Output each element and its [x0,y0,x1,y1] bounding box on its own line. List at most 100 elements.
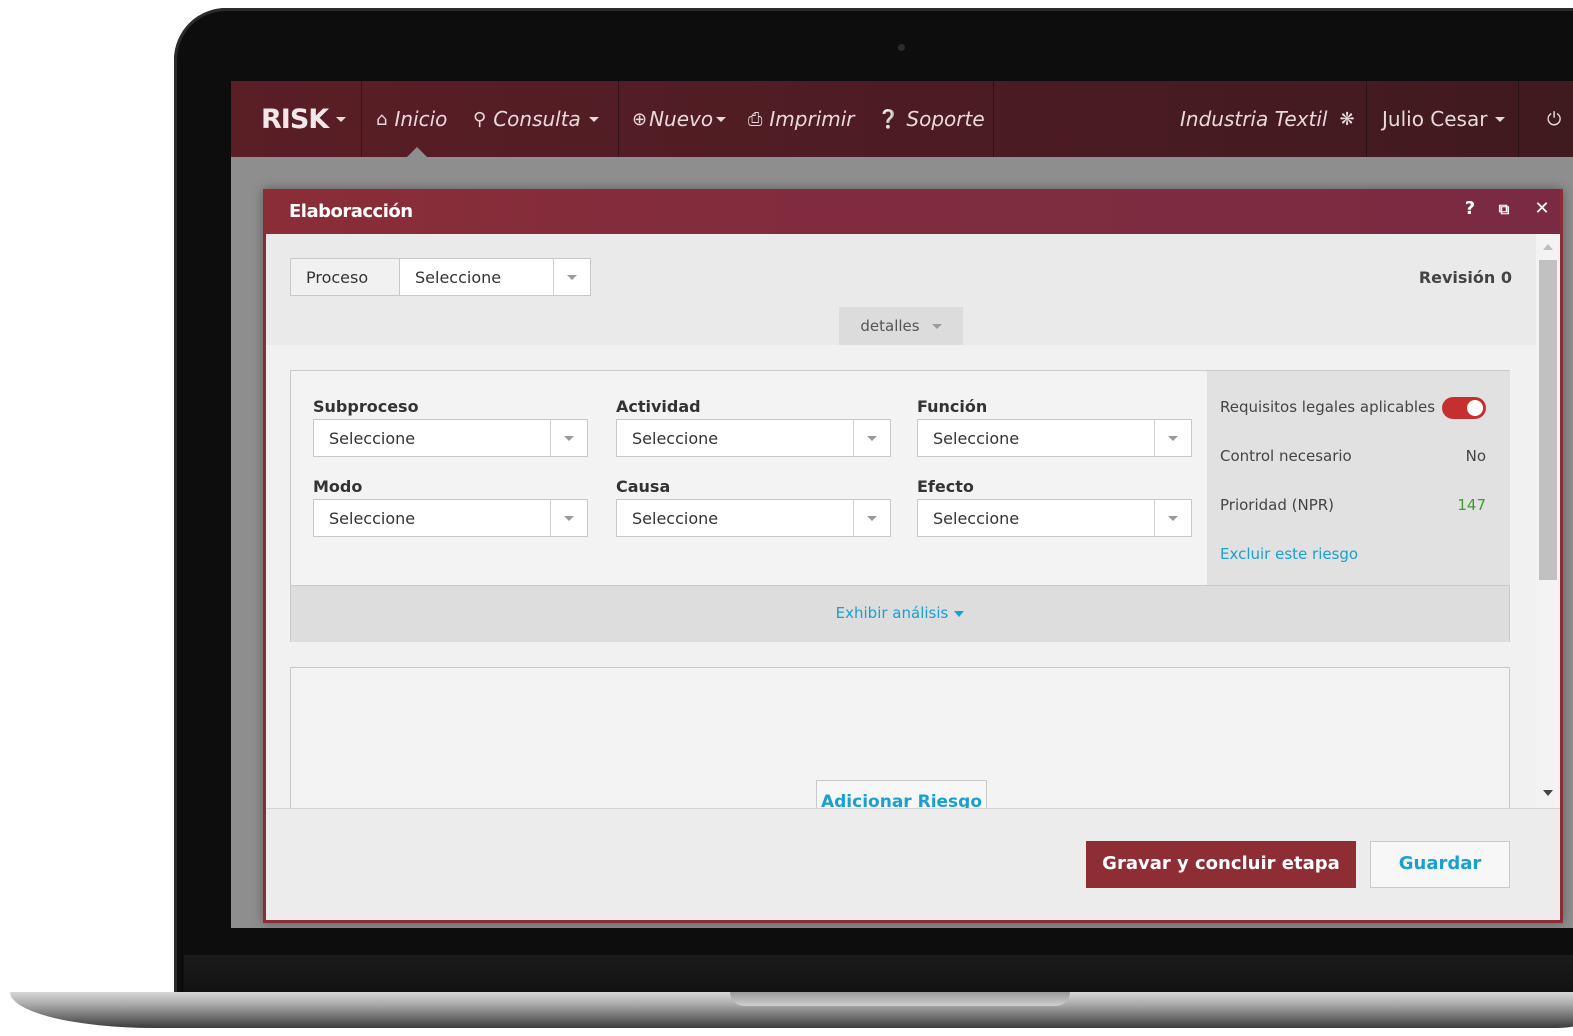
legal-requirements-toggle[interactable] [1442,397,1486,419]
chevron-down-icon [931,324,942,329]
efecto-label: Efecto [917,477,974,496]
nav-divider [618,81,619,157]
causa-value: Seleccione [632,509,719,528]
priority-label: Prioridad (NPR) [1220,496,1335,514]
efecto-select[interactable]: Seleccione [917,499,1192,537]
control-value: No [1465,447,1486,465]
user-name: Julio Cesar [1382,107,1488,131]
nav-divider [1518,81,1519,157]
active-nav-pointer [407,147,427,157]
nav-nuevo-label: Nuevo [649,107,714,131]
subproceso-label: Subproceso [313,397,419,416]
select-divider [853,420,854,456]
power-button[interactable]: ⏻ [1547,81,1568,157]
modo-select[interactable]: Seleccione [313,499,588,537]
revision-label: Revisión 0 [1418,268,1512,287]
chevron-down-icon [567,275,577,280]
gear-icon: ❋ [1339,108,1355,130]
help-circle-icon: ❔ [877,108,900,130]
modal-title: Elaboracción [289,201,413,222]
user-menu[interactable]: Julio Cesar [1382,81,1506,157]
elaboracion-modal: Elaboracción ? ⧉ ✕ Proceso Seleccione Re… [263,189,1563,923]
company-label: Industria Textil [1180,107,1328,131]
subproceso-select[interactable]: Seleccione [313,419,588,457]
search-icon: ⚲ [473,108,487,130]
actividad-label: Actividad [616,397,701,416]
nav-soporte[interactable]: ❔ Soporte [877,81,985,157]
proceso-select[interactable]: Seleccione [399,258,591,296]
modo-label: Modo [313,477,363,496]
chevron-down-icon [564,436,574,441]
scroll-thumb[interactable] [1539,260,1557,580]
chevron-down-icon [1168,516,1178,521]
funcion-label: Función [917,397,988,416]
plus-circle-icon: ⊕ [632,108,648,130]
camera-dot [898,44,905,51]
modo-value: Seleccione [329,509,416,528]
details-toggle[interactable]: detalles [839,307,963,345]
exclude-risk-link[interactable]: Excluir este riesgo [1220,545,1358,563]
scroll-up-icon[interactable] [1543,244,1553,250]
laptop-notch [730,992,1070,1006]
show-analysis-link[interactable]: Exhibir análisis [836,604,949,622]
brand-menu[interactable]: RISK [261,81,347,157]
show-analysis-bar[interactable]: Exhibir análisis [291,585,1509,642]
nav-imprimir-label: Imprimir [769,107,855,131]
laptop-bezel-bottom [184,955,1573,995]
save-conclude-button[interactable]: Gravar y concluir etapa [1086,841,1356,888]
printer-icon: ⎙ [748,108,763,130]
modal-scrollbar[interactable] [1536,234,1560,808]
top-navbar: RISK ⌂ Inicio ⚲ Consulta ⊕ Nuevo ⎙ Imprimir … [231,81,1573,157]
funcion-value: Seleccione [933,429,1020,448]
chevron-down-icon [1495,116,1506,122]
actividad-select[interactable]: Seleccione [616,419,891,457]
modal-footer: Gravar y concluir etapa Guardar [266,808,1560,920]
restore-window-icon[interactable]: ⧉ [1492,200,1516,218]
risk-panel: Subproceso Seleccione Actividad Seleccio… [290,370,1510,642]
select-divider [853,500,854,536]
causa-label: Causa [616,477,671,496]
actividad-value: Seleccione [632,429,719,448]
help-button[interactable]: ? [1458,198,1482,219]
control-label: Control necesario [1220,447,1352,465]
legal-requirements-label: Requisitos legales aplicables [1220,398,1436,416]
process-strip: Proceso Seleccione Revisión 0 detalles [266,234,1536,345]
chevron-down-icon [867,516,877,521]
nav-consulta[interactable]: ⚲ Consulta [473,81,599,157]
nav-inicio-label: Inicio [394,107,448,131]
company-selector[interactable]: Industria Textil ❋ [1180,81,1355,157]
chevron-down-icon [588,116,599,122]
home-icon: ⌂ [376,108,388,130]
caret-down-icon [954,610,965,617]
funcion-select[interactable]: Seleccione [917,419,1192,457]
chevron-down-icon [716,116,727,122]
chevron-down-icon [564,516,574,521]
chevron-down-icon [336,116,347,122]
stage: RISK ⌂ Inicio ⚲ Consulta ⊕ Nuevo ⎙ Imprimir … [0,0,1573,1036]
scroll-down-icon[interactable] [1543,790,1553,796]
select-divider [1154,420,1155,456]
nav-soporte-label: Soporte [906,107,985,131]
nav-inicio[interactable]: ⌂ Inicio [376,81,447,157]
nav-divider [361,81,362,157]
brand-label: RISK [261,103,329,135]
chevron-down-icon [1168,436,1178,441]
nav-consulta-label: Consulta [493,107,581,131]
add-risk-button[interactable]: Adicionar Riesgo [816,780,987,808]
modal-body: Proceso Seleccione Revisión 0 detalles S… [266,234,1536,808]
nav-imprimir[interactable]: ⎙ Imprimir [748,81,855,157]
efecto-value: Seleccione [933,509,1020,528]
select-divider [550,420,551,456]
nav-divider [1366,81,1367,157]
close-icon[interactable]: ✕ [1530,198,1554,219]
nav-nuevo[interactable]: ⊕ Nuevo [632,81,727,157]
details-label: detalles [860,317,920,335]
select-divider [553,259,554,295]
risk-summary: Requisitos legales aplicables Control ne… [1207,371,1510,585]
modal-header: Elaboracción ? ⧉ ✕ [266,189,1560,234]
chevron-down-icon [867,436,877,441]
risk-list-panel: Adicionar Riesgo [290,667,1510,808]
causa-select[interactable]: Seleccione [616,499,891,537]
save-button[interactable]: Guardar [1370,841,1510,888]
select-divider [1154,500,1155,536]
